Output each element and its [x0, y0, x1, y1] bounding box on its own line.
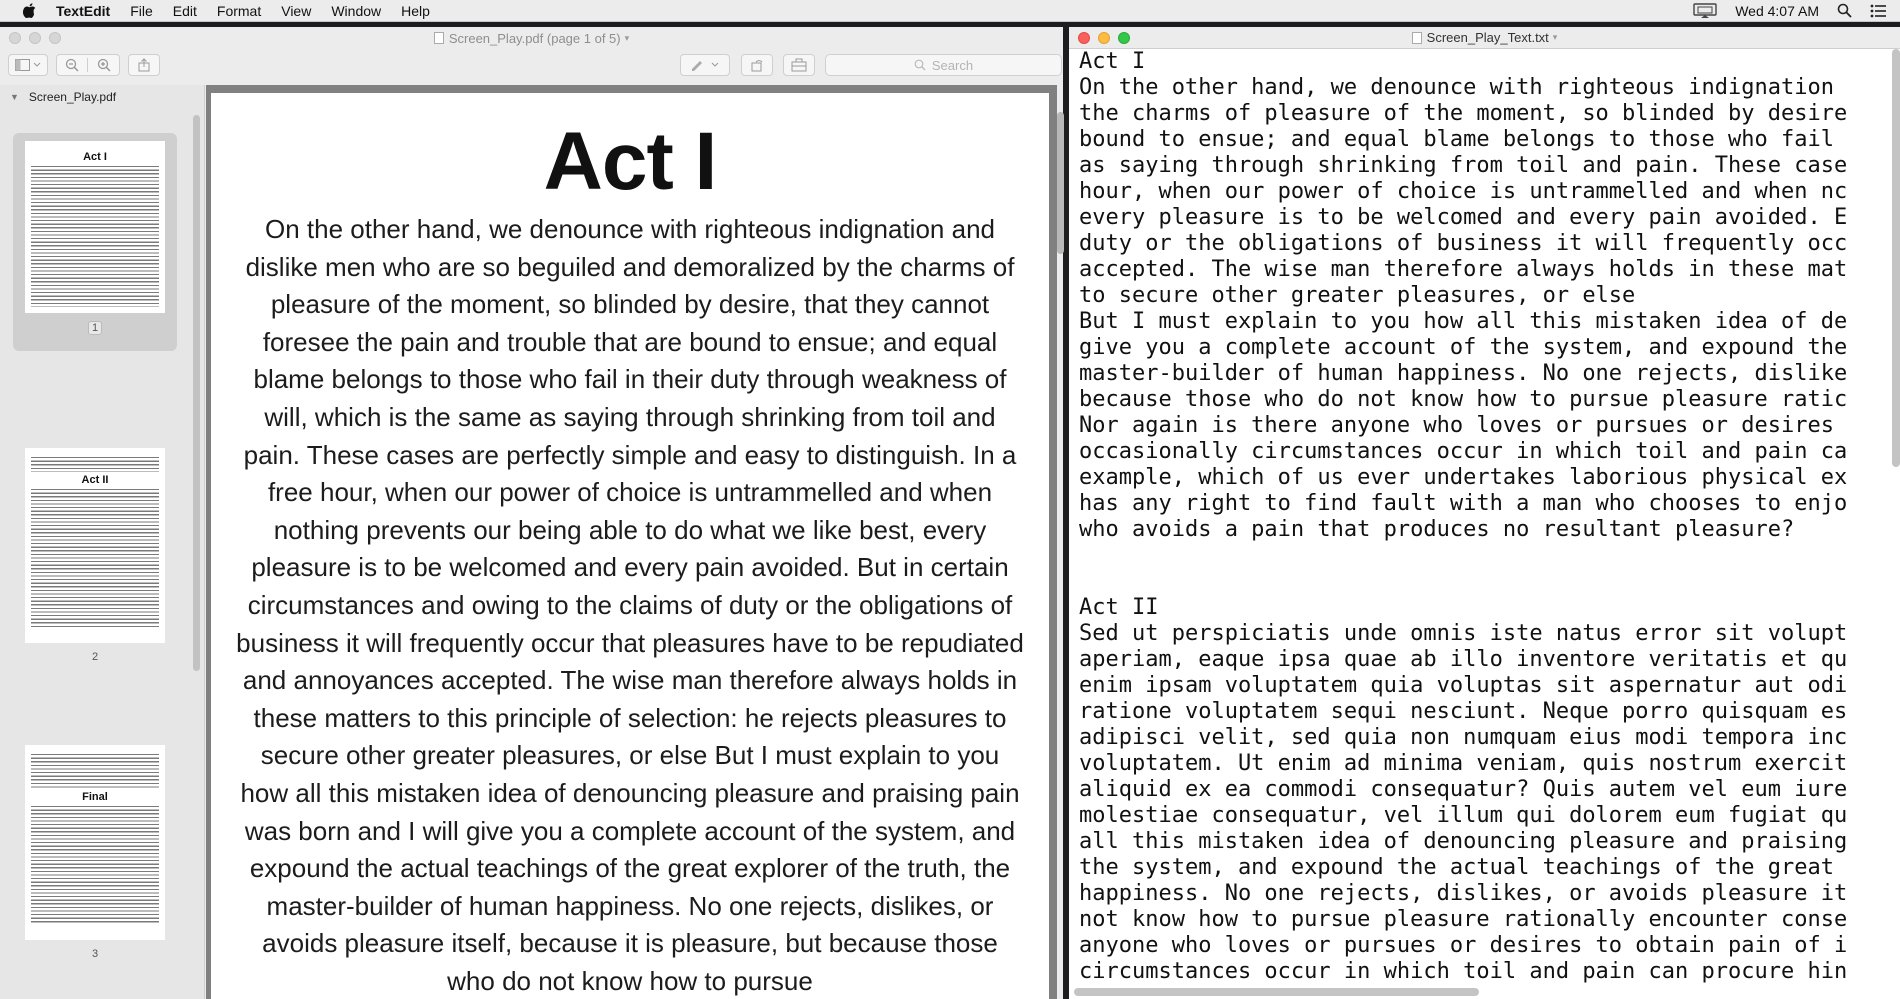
- menubar-clock[interactable]: Wed 4:07 AM: [1735, 3, 1819, 19]
- zoom-out-button[interactable]: [57, 58, 89, 72]
- thumbnail-image: Act II: [25, 448, 165, 643]
- preview-window-controls: [9, 32, 61, 44]
- search-placeholder: Search: [931, 57, 974, 73]
- thumbnail-heading: Act I: [83, 151, 107, 163]
- pdf-scrollbar[interactable]: [1057, 112, 1064, 254]
- preview-toolbar: Search: [0, 49, 1063, 81]
- disclosure-triangle-icon[interactable]: ▼: [10, 92, 19, 102]
- text-document-icon: [1411, 31, 1422, 44]
- pdf-document-icon: [433, 32, 444, 44]
- rotate-icon: [751, 60, 763, 72]
- menu-bar: TextEdit File Edit Format View Window He…: [0, 0, 1900, 22]
- menu-help[interactable]: Help: [401, 3, 430, 19]
- pen-icon: [692, 61, 719, 71]
- search-field[interactable]: Search: [825, 54, 1062, 76]
- textedit-zoom-button[interactable]: [1118, 32, 1130, 44]
- menu-view[interactable]: View: [281, 3, 311, 19]
- toolbox-button[interactable]: [783, 54, 815, 76]
- preview-window: Screen_Play.pdf (page 1 of 5) ▾ Search ▼…: [0, 27, 1064, 999]
- thumbnail-text-lines: [31, 753, 159, 789]
- thumbnail-image: Act I: [25, 141, 165, 313]
- preview-titlebar[interactable]: Screen_Play.pdf (page 1 of 5) ▾: [0, 27, 1063, 49]
- spotlight-search-icon[interactable]: [1837, 3, 1852, 18]
- share-button[interactable]: [128, 54, 160, 76]
- thumbnail-text-lines: [31, 488, 159, 628]
- apple-icon[interactable]: [18, 0, 40, 22]
- menu-edit[interactable]: Edit: [173, 3, 197, 19]
- textedit-titlebar[interactable]: Screen_Play_Text.txt ▾: [1069, 27, 1900, 49]
- zoom-controls: [56, 54, 120, 76]
- textedit-minimize-button[interactable]: [1098, 32, 1110, 44]
- preview-close-button[interactable]: [9, 32, 21, 44]
- sidebar-filename: Screen_Play.pdf: [28, 90, 117, 104]
- title-chevron-icon[interactable]: ▾: [625, 33, 630, 44]
- menu-window[interactable]: Window: [331, 3, 381, 19]
- thumbnail-page-2[interactable]: Act II 2: [13, 448, 177, 663]
- title-chevron-icon[interactable]: ▾: [1553, 32, 1558, 43]
- textedit-horizontal-scrollbar[interactable]: [1074, 988, 1479, 996]
- toolbox-icon: [791, 58, 807, 72]
- zoom-in-button[interactable]: [88, 58, 119, 72]
- zoom-out-icon: [65, 58, 79, 72]
- textedit-vertical-scrollbar[interactable]: [1892, 49, 1900, 467]
- thumbnail-sidebar: ▼ Screen_Play.pdf Act I 1 Act II 2 Final: [0, 85, 205, 999]
- sidebar-toggle-button[interactable]: [8, 54, 48, 76]
- text-editor-area[interactable]: Act I On the other hand, we denounce wit…: [1079, 49, 1887, 989]
- preview-window-title[interactable]: Screen_Play.pdf (page 1 of 5): [449, 31, 621, 46]
- textedit-window-controls: [1078, 32, 1130, 44]
- sidebar-scrollbar[interactable]: [193, 115, 200, 671]
- pdf-page-heading: Act I: [543, 116, 718, 207]
- thumbnail-text-lines: [31, 456, 159, 472]
- rotate-button[interactable]: [741, 54, 773, 76]
- text-document-content[interactable]: Act I On the other hand, we denounce wit…: [1079, 49, 1887, 985]
- thumbnail-image: Final: [25, 745, 165, 940]
- preview-minimize-button[interactable]: [29, 32, 41, 44]
- thumbnail-heading: Final: [82, 791, 108, 803]
- thumbnail-heading: Act II: [81, 474, 109, 486]
- textedit-window: Screen_Play_Text.txt ▾ Act I On the othe…: [1069, 27, 1900, 999]
- pdf-content-area[interactable]: Act I On the other hand, we denounce wit…: [206, 85, 1057, 999]
- markup-button[interactable]: [680, 54, 730, 76]
- pdf-page-body: On the other hand, we denounce with righ…: [236, 214, 1024, 996]
- thumbnail-page-3[interactable]: Final 3: [13, 745, 177, 960]
- sidebar-document-header[interactable]: ▼ Screen_Play.pdf: [0, 85, 204, 109]
- thumbnail-page-number: 2: [91, 651, 99, 663]
- app-menu-textedit[interactable]: TextEdit: [56, 3, 110, 19]
- search-icon: [914, 59, 926, 71]
- thumbnail-page-1[interactable]: Act I 1: [13, 141, 177, 335]
- pdf-page[interactable]: Act I On the other hand, we denounce wit…: [211, 93, 1049, 999]
- thumbnail-page-number: 1: [13, 321, 177, 335]
- thumbnail-text-lines: [31, 805, 159, 925]
- textedit-close-button[interactable]: [1078, 32, 1090, 44]
- preview-zoom-button[interactable]: [49, 32, 61, 44]
- thumbnail-page-number: 3: [91, 948, 99, 960]
- menu-format[interactable]: Format: [217, 3, 261, 19]
- sidebar-icon: [15, 59, 41, 71]
- zoom-in-icon: [97, 58, 111, 72]
- display-mirroring-icon[interactable]: [1693, 2, 1717, 19]
- textedit-window-title[interactable]: Screen_Play_Text.txt: [1427, 30, 1549, 45]
- notification-center-icon[interactable]: [1870, 4, 1886, 18]
- menu-file[interactable]: File: [130, 3, 153, 19]
- share-icon: [138, 58, 150, 72]
- thumbnail-text-lines: [31, 165, 159, 307]
